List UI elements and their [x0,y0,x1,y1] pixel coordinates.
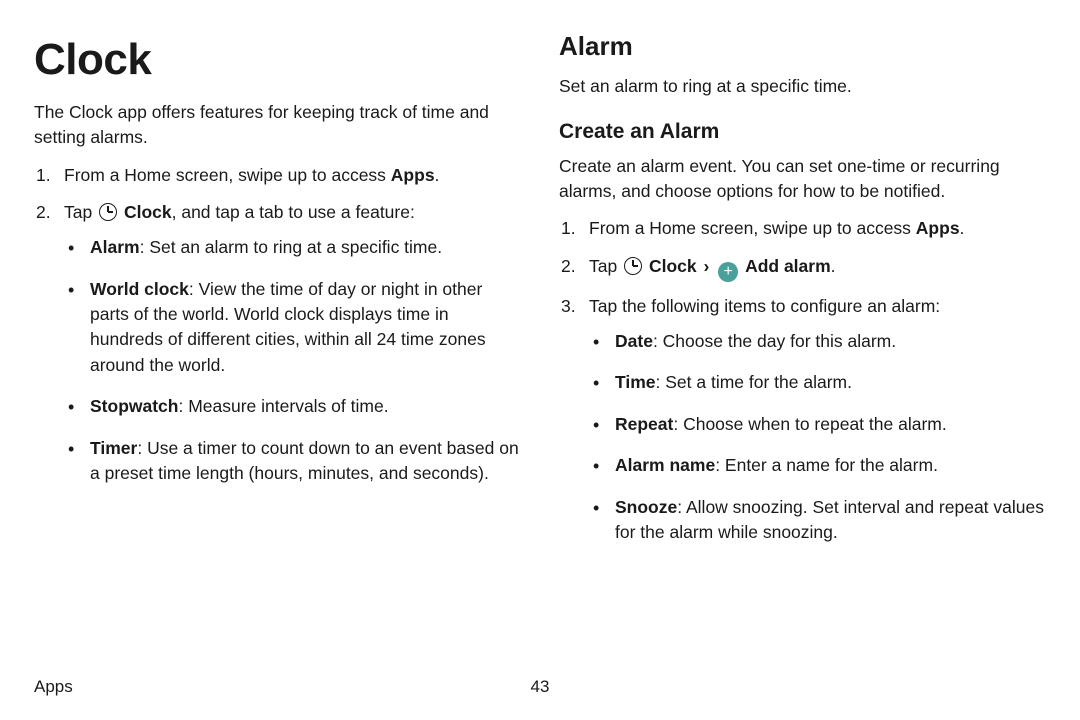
config-name: Snooze [615,497,677,517]
clock-icon [99,203,117,221]
config-desc: : Enter a name for the alarm. [715,455,938,475]
step-tail: . [435,165,440,185]
step-text: Tap [589,256,622,276]
config-name: Alarm name [615,455,715,475]
intro-text: The Clock app offers features for keepin… [34,100,521,151]
config-desc: : Choose when to repeat the alarm. [673,414,946,434]
config-desc: : Choose the day for this alarm. [653,331,896,351]
add-alarm-label: Add alarm [745,256,831,276]
subsection-title: Create an Alarm [559,117,1046,147]
list-item: World clock: View the time of day or nig… [64,277,521,379]
left-column: Clock The Clock app offers features for … [34,28,521,561]
section-title: Alarm [559,28,1046,66]
list-item: Time: Set a time for the alarm. [589,370,1046,395]
right-column: Alarm Set an alarm to ring at a specific… [559,28,1046,561]
clock-label: Clock [649,256,697,276]
config-desc: : Allow snoozing. Set interval and repea… [615,497,1044,542]
config-desc: : Set a time for the alarm. [656,372,852,392]
list-item: Timer: Use a timer to count down to an e… [64,436,521,487]
step-tail: , and tap a tab to use a feature: [172,202,415,222]
list-item: Alarm: Set an alarm to ring at a specifi… [64,235,521,260]
list-item: Stopwatch: Measure intervals of time. [64,394,521,419]
step-tail: . [960,218,965,238]
step-text: Tap [64,202,97,222]
list-item: Repeat: Choose when to repeat the alarm. [589,412,1046,437]
feature-list: Alarm: Set an alarm to ring at a specifi… [64,235,521,486]
step-item: Tap the following items to configure an … [559,294,1046,546]
config-list: Date: Choose the day for this alarm. Tim… [589,329,1046,545]
steps-list: From a Home screen, swipe up to access A… [34,163,521,487]
step-item: Tap Clock, and tap a tab to use a featur… [34,200,521,486]
step-item: Tap Clock › + Add alarm. [559,254,1046,282]
page-footer: Apps 43 [34,675,1046,700]
config-name: Repeat [615,414,673,434]
list-item: Snooze: Allow snoozing. Set interval and… [589,495,1046,546]
clock-label: Clock [124,202,172,222]
footer-section: Apps [34,675,73,700]
chevron-right-icon: › [703,256,709,276]
feature-name: Stopwatch [90,396,178,416]
feature-desc: : Measure intervals of time. [178,396,388,416]
page-number: 43 [531,675,550,700]
config-name: Date [615,331,653,351]
feature-name: Alarm [90,237,140,257]
step-tail: . [831,256,836,276]
step-text: From a Home screen, swipe up to access [589,218,916,238]
feature-name: World clock [90,279,189,299]
feature-desc: : Set an alarm to ring at a specific tim… [140,237,443,257]
step-item: From a Home screen, swipe up to access A… [34,163,521,188]
steps-list: From a Home screen, swipe up to access A… [559,216,1046,545]
config-name: Time [615,372,656,392]
section-intro: Set an alarm to ring at a specific time. [559,74,1046,99]
step-text: Tap the following items to configure an … [589,296,940,316]
feature-desc: : Use a timer to count down to an event … [90,438,519,483]
apps-label: Apps [391,165,435,185]
list-item: Alarm name: Enter a name for the alarm. [589,453,1046,478]
list-item: Date: Choose the day for this alarm. [589,329,1046,354]
clock-icon [624,257,642,275]
feature-name: Timer [90,438,137,458]
subsection-intro: Create an alarm event. You can set one-t… [559,154,1046,205]
apps-label: Apps [916,218,960,238]
step-text: From a Home screen, swipe up to access [64,165,391,185]
plus-icon: + [718,262,738,282]
page-title: Clock [34,28,521,92]
step-item: From a Home screen, swipe up to access A… [559,216,1046,241]
